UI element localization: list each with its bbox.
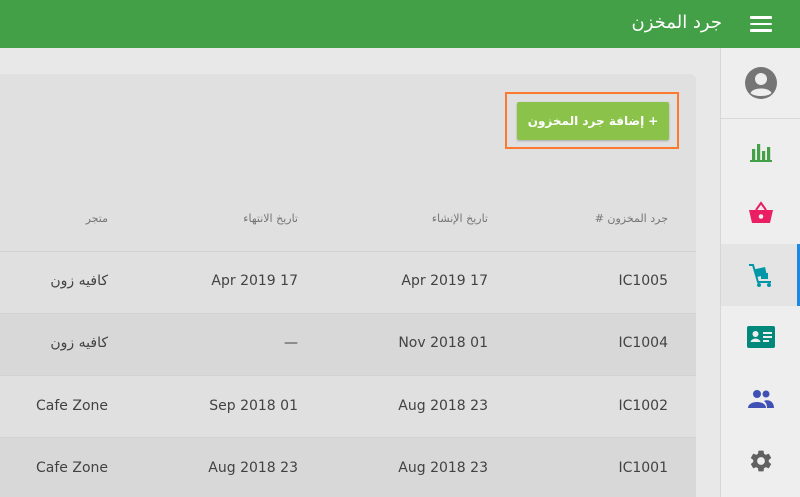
- basket-icon: [749, 201, 773, 223]
- chart-icon: [750, 144, 772, 162]
- add-button-highlight: + إضافة جرد المخزون: [505, 92, 679, 149]
- gear-icon: [750, 450, 772, 472]
- table-row[interactable]: IC1005 17 Apr 2019 17 Apr 2019 كافيه زون: [0, 251, 696, 313]
- cell-created: 17 Apr 2019: [401, 273, 488, 289]
- add-button-label: إضافة جرد المخزون: [527, 114, 645, 128]
- table-row[interactable]: IC1004 01 Nov 2018 — كافيه زون: [0, 313, 696, 375]
- sidebar-item-reports[interactable]: [721, 120, 800, 182]
- add-plus-icon: +: [648, 114, 659, 128]
- cell-id: IC1002: [618, 398, 668, 414]
- cell-ends: —: [284, 335, 298, 351]
- column-header-ends[interactable]: تاريخ الانتهاء: [243, 212, 298, 225]
- cart-icon: [749, 264, 771, 287]
- sidebar-nav: [720, 48, 800, 497]
- add-inventory-count-button[interactable]: + إضافة جرد المخزون: [517, 102, 669, 140]
- account-icon: [745, 67, 777, 99]
- cell-store: Cafe Zone: [36, 460, 108, 476]
- cell-ends: 17 Apr 2019: [211, 273, 298, 289]
- cell-created: 23 Aug 2018: [398, 398, 488, 414]
- column-header-id[interactable]: جرد المخزون #: [595, 212, 668, 225]
- cell-created: 23 Aug 2018: [398, 460, 488, 476]
- users-icon: [748, 390, 774, 408]
- page-title: جرد المخزن: [631, 12, 722, 33]
- sidebar-item-employees[interactable]: [721, 368, 800, 430]
- cell-store: كافيه زون: [50, 273, 108, 289]
- cell-ends: 23 Aug 2018: [208, 460, 298, 476]
- id-card-icon: [747, 326, 775, 348]
- column-header-store[interactable]: متجر: [86, 212, 108, 225]
- table-row[interactable]: IC1001 23 Aug 2018 23 Aug 2018 Cafe Zone: [0, 437, 696, 497]
- cell-store: كافيه زون: [50, 335, 108, 351]
- cell-store: Cafe Zone: [36, 398, 108, 414]
- sidebar-item-customers[interactable]: [721, 306, 800, 368]
- menu-icon[interactable]: [750, 16, 772, 32]
- column-header-created[interactable]: تاريخ الإنشاء: [432, 212, 488, 225]
- top-app-bar: جرد المخزن: [0, 0, 800, 48]
- cell-created: 01 Nov 2018: [398, 335, 488, 351]
- cell-id: IC1004: [618, 335, 668, 351]
- sidebar-item-settings[interactable]: [721, 430, 800, 492]
- sidebar-item-inventory[interactable]: [721, 244, 800, 306]
- sidebar-item-sales[interactable]: [721, 182, 800, 244]
- cell-id: IC1001: [618, 460, 668, 476]
- sidebar-item-account[interactable]: [721, 52, 800, 114]
- cell-id: IC1005: [618, 273, 668, 289]
- table-row[interactable]: IC1002 23 Aug 2018 01 Sep 2018 Cafe Zone: [0, 375, 696, 437]
- cell-ends: 01 Sep 2018: [209, 398, 298, 414]
